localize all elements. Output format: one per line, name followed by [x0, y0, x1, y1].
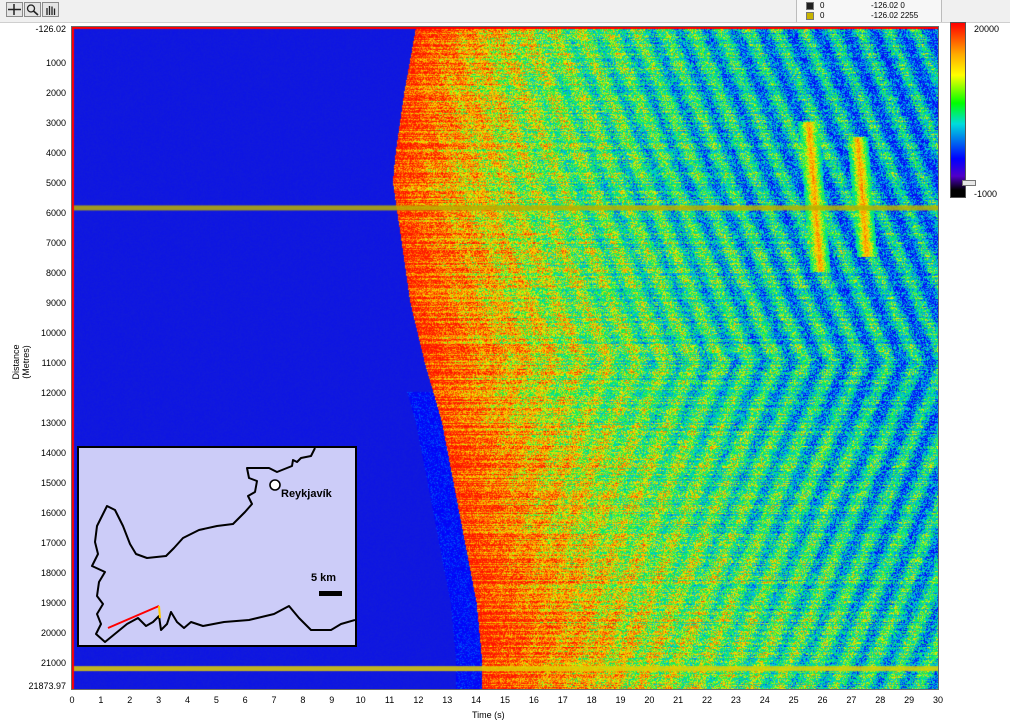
- y-tick-label: 4000: [0, 148, 66, 158]
- cursor-readout: 0 -126.02 0 0 -126.02 2255: [796, 0, 942, 22]
- y-tick-label: -126.02: [0, 24, 66, 34]
- fibre-cable: [108, 606, 159, 628]
- y-tick-label: 21000: [0, 658, 66, 668]
- x-tick-label: 13: [442, 695, 452, 705]
- x-tick-label: 23: [731, 695, 741, 705]
- scale-label: 5 km: [311, 572, 336, 584]
- city-label: Reykjavík: [281, 488, 332, 500]
- x-tick-label: 2: [127, 695, 132, 705]
- scale-bar: [319, 591, 342, 596]
- x-tick-label: 30: [933, 695, 943, 705]
- city-marker-icon: [270, 480, 280, 490]
- y-tick-label: 12000: [0, 388, 66, 398]
- x-tick-label: 22: [702, 695, 712, 705]
- readout-value: -126.02 2255: [871, 11, 918, 21]
- y-tick-label: 13000: [0, 418, 66, 428]
- y-tick-label: 15000: [0, 478, 66, 488]
- toolbar: 0 -126.02 0 0 -126.02 2255: [0, 0, 1010, 23]
- x-tick-label: 1: [98, 695, 103, 705]
- y-tick-label: 7000: [0, 238, 66, 248]
- x-tick-label: 6: [243, 695, 248, 705]
- readout-value: 0: [820, 11, 824, 21]
- y-tick-label: 1000: [0, 58, 66, 68]
- x-tick-label: 11: [385, 695, 394, 705]
- x-tick-label: 27: [846, 695, 856, 705]
- x-tick-label: 25: [789, 695, 799, 705]
- colorbar-min-label[interactable]: -1000: [974, 189, 997, 199]
- x-tick-label: 5: [214, 695, 219, 705]
- x-tick-label: 20: [644, 695, 654, 705]
- y-tick-label: 3000: [0, 118, 66, 128]
- fibre-cable-end: [159, 606, 160, 618]
- crosshair-tool-icon[interactable]: [6, 2, 23, 17]
- inset-map-drawing: [79, 448, 355, 645]
- y-tick-label: 11000: [0, 358, 66, 368]
- colorbar-slider[interactable]: [962, 180, 976, 186]
- x-tick-label: 9: [329, 695, 334, 705]
- colorbar: [950, 22, 966, 198]
- x-tick-label: 0: [69, 695, 74, 705]
- readout-row: 0 -126.02 2255: [803, 11, 939, 21]
- y-tick-label: 10000: [0, 328, 66, 338]
- x-tick-label: 15: [500, 695, 510, 705]
- y-tick-label: 20000: [0, 628, 66, 638]
- y-tick-label: 16000: [0, 508, 66, 518]
- x-tick-label: 3: [156, 695, 161, 705]
- x-tick-label: 8: [300, 695, 305, 705]
- cursor-swatch-icon[interactable]: [806, 12, 814, 20]
- x-axis-label: Time (s): [472, 710, 505, 720]
- x-tick-label: 24: [760, 695, 770, 705]
- x-tick-label: 14: [471, 695, 481, 705]
- y-tick-label: 17000: [0, 538, 66, 548]
- x-tick-label: 26: [818, 695, 828, 705]
- x-tick-label: 18: [587, 695, 597, 705]
- x-tick-label: 16: [529, 695, 539, 705]
- x-tick-label: 7: [272, 695, 277, 705]
- y-tick-label: 19000: [0, 598, 66, 608]
- coastline: [92, 448, 355, 642]
- x-tick-label: 10: [356, 695, 366, 705]
- zoom-tool-icon[interactable]: [24, 2, 41, 17]
- y-tick-label: 21873.97: [0, 681, 66, 691]
- x-tick-label: 12: [413, 695, 423, 705]
- pan-hand-tool-icon[interactable]: [42, 2, 59, 17]
- readout-value: 0: [820, 1, 824, 11]
- x-tick-label: 29: [904, 695, 914, 705]
- y-tick-label: 18000: [0, 568, 66, 578]
- x-tick-label: 28: [875, 695, 885, 705]
- y-tick-label: 8000: [0, 268, 66, 278]
- x-tick-label: 19: [615, 695, 625, 705]
- y-tick-label: 6000: [0, 208, 66, 218]
- y-tick-label: 2000: [0, 88, 66, 98]
- readout-value: -126.02 0: [871, 1, 905, 11]
- readout-row: 0 -126.02 0: [803, 1, 939, 11]
- x-tick-label: 17: [558, 695, 568, 705]
- x-tick-label: 4: [185, 695, 190, 705]
- inset-map: Reykjavík 5 km: [77, 446, 357, 647]
- y-axis-label: Distance (Metres): [11, 327, 31, 397]
- y-tick-label: 14000: [0, 448, 66, 458]
- cursor-swatch-icon[interactable]: [806, 2, 814, 10]
- colorbar-max-label[interactable]: 20000: [974, 24, 999, 34]
- y-tick-label: 9000: [0, 298, 66, 308]
- x-tick-label: 21: [673, 695, 683, 705]
- y-tick-label: 5000: [0, 178, 66, 188]
